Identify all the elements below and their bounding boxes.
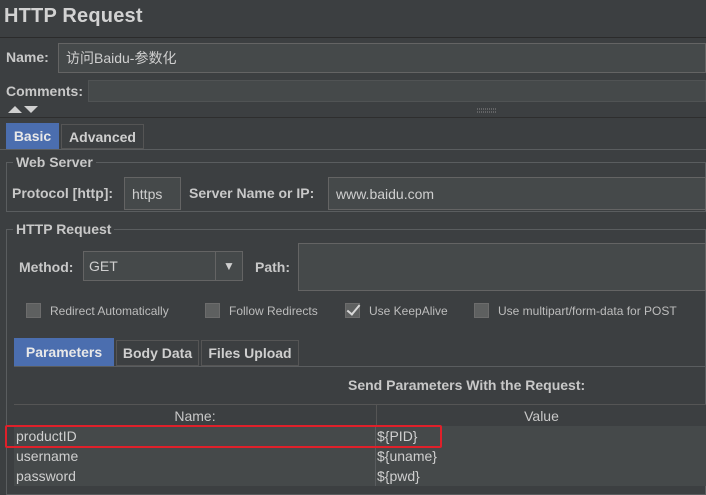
collapse-toggle-icon[interactable] bbox=[6, 104, 40, 114]
tab-advanced[interactable]: Advanced bbox=[61, 124, 144, 149]
table-row[interactable]: password ${pwd} bbox=[14, 466, 706, 486]
checkbox-icon[interactable] bbox=[26, 303, 41, 318]
follow-redirects-checkbox[interactable]: Follow Redirects bbox=[205, 303, 318, 318]
checkbox-checked-icon[interactable] bbox=[345, 303, 360, 318]
protocol-field[interactable]: https bbox=[124, 177, 181, 210]
checkbox-icon[interactable] bbox=[474, 303, 489, 318]
param-name-cell[interactable]: productID bbox=[14, 426, 376, 446]
redirect-automatically-checkbox[interactable]: Redirect Automatically bbox=[26, 303, 169, 318]
method-select[interactable]: GET ▼ bbox=[83, 251, 243, 281]
panel-title: HTTP Request bbox=[4, 5, 143, 27]
column-header-value[interactable]: Value bbox=[377, 405, 706, 427]
tab-body-data[interactable]: Body Data bbox=[116, 340, 199, 366]
checkbox-label: Redirect Automatically bbox=[50, 303, 169, 318]
title-divider bbox=[0, 37, 706, 38]
http-request-title: HTTP Request bbox=[13, 221, 115, 237]
table-row[interactable]: productID ${PID} bbox=[14, 426, 706, 446]
param-name-cell[interactable]: password bbox=[14, 466, 376, 486]
checkbox-icon[interactable] bbox=[205, 303, 220, 318]
name-label: Name: bbox=[6, 49, 49, 65]
table-row[interactable]: username ${uname} bbox=[14, 446, 706, 466]
path-label: Path: bbox=[255, 259, 290, 275]
splitter-line bbox=[0, 117, 706, 118]
param-name-cell[interactable]: username bbox=[14, 446, 376, 466]
server-name-field[interactable]: www.baidu.com bbox=[328, 177, 706, 210]
table-header: Name: Value bbox=[14, 404, 706, 428]
param-value-cell[interactable]: ${PID} bbox=[376, 426, 706, 446]
splitter-grip-icon[interactable] bbox=[476, 108, 498, 114]
tab-basic[interactable]: Basic bbox=[6, 123, 59, 149]
parameters-table-body: productID ${PID} username ${uname} passw… bbox=[14, 426, 706, 486]
tab-strip-divider bbox=[0, 149, 706, 150]
checkbox-label: Use multipart/form-data for POST bbox=[498, 303, 677, 318]
checkbox-label: Use KeepAlive bbox=[369, 303, 448, 318]
comments-field[interactable] bbox=[88, 80, 706, 102]
use-keepalive-checkbox[interactable]: Use KeepAlive bbox=[345, 303, 448, 318]
path-field[interactable] bbox=[298, 243, 706, 291]
name-field[interactable]: 访问Baidu-参数化 bbox=[58, 43, 706, 73]
protocol-label: Protocol [http]: bbox=[12, 185, 114, 201]
use-multipart-checkbox[interactable]: Use multipart/form-data for POST bbox=[474, 303, 677, 318]
method-value: GET bbox=[84, 252, 216, 280]
param-value-cell[interactable]: ${pwd} bbox=[376, 466, 706, 486]
web-server-title: Web Server bbox=[13, 154, 96, 170]
param-value-cell[interactable]: ${uname} bbox=[376, 446, 706, 466]
tab-files-upload[interactable]: Files Upload bbox=[201, 340, 299, 366]
param-tabs-divider bbox=[14, 366, 706, 367]
tab-parameters[interactable]: Parameters bbox=[14, 338, 114, 366]
http-request-panel: HTTP Request Name: 访问Baidu-参数化 Comments:… bbox=[0, 0, 706, 495]
server-name-label: Server Name or IP: bbox=[189, 185, 315, 201]
send-parameters-heading: Send Parameters With the Request: bbox=[348, 377, 586, 393]
column-header-name[interactable]: Name: bbox=[14, 405, 377, 427]
comments-label: Comments: bbox=[6, 83, 84, 99]
checkbox-label: Follow Redirects bbox=[229, 303, 318, 318]
chevron-down-icon[interactable]: ▼ bbox=[216, 252, 242, 280]
method-label: Method: bbox=[19, 259, 74, 275]
